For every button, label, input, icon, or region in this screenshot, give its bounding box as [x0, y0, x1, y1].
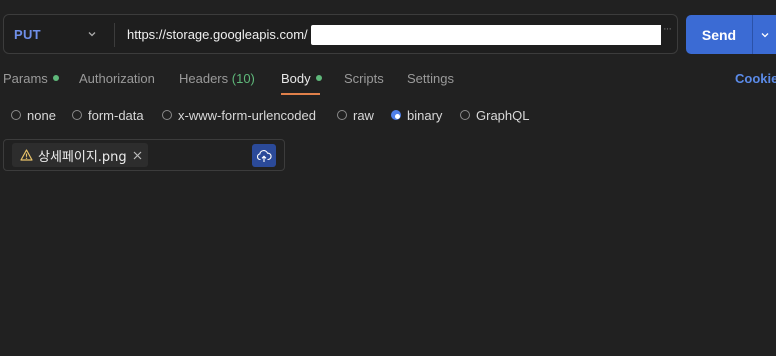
- radio-label: none: [27, 107, 56, 123]
- tab-body[interactable]: Body: [281, 71, 322, 86]
- tab-label: Scripts: [344, 71, 384, 86]
- redacted-url-part: [311, 25, 661, 45]
- radio-label: GraphQL: [476, 107, 530, 123]
- tab-headers[interactable]: Headers (10): [179, 71, 255, 86]
- tab-label: Authorization: [79, 71, 155, 86]
- more-icon[interactable]: ···: [663, 23, 672, 35]
- tab-settings[interactable]: Settings: [407, 71, 454, 86]
- file-name: 상세페이지.png: [38, 149, 127, 165]
- tab-params[interactable]: Params: [3, 71, 59, 86]
- radio-circle: [460, 110, 470, 120]
- active-tab-underline: [281, 93, 320, 95]
- tab-scripts[interactable]: Scripts: [344, 71, 384, 86]
- upload-cloud-button[interactable]: [252, 144, 276, 167]
- radio-circle: [162, 110, 172, 120]
- radio-label: raw: [353, 107, 374, 123]
- url-input[interactable]: https://storage.googleapis.com/: [127, 15, 308, 53]
- headers-count: (10): [231, 71, 255, 86]
- radio-circle: [337, 110, 347, 120]
- radio-raw[interactable]: raw: [337, 106, 374, 124]
- radio-circle: [11, 110, 21, 120]
- tab-label: Headers: [179, 71, 229, 86]
- params-indicator-dot: [52, 75, 59, 81]
- send-divider: [752, 15, 753, 54]
- url-text: https://storage.googleapis.com/: [127, 26, 308, 42]
- radio-x-www-form-urlencoded[interactable]: x-www-form-urlencoded: [162, 106, 316, 124]
- cloud-upload-icon: [256, 149, 272, 162]
- remove-file-icon[interactable]: [130, 148, 144, 162]
- radio-circle-checked: [391, 110, 401, 120]
- send-button[interactable]: Send: [686, 15, 776, 54]
- request-bar: PUT https://storage.googleapis.com/ ···: [3, 14, 678, 54]
- radio-circle: [72, 110, 82, 120]
- file-chip[interactable]: 상세페이지.png: [12, 143, 148, 167]
- binary-file-selector[interactable]: 상세페이지.png: [3, 139, 285, 171]
- method-select[interactable]: PUT: [4, 15, 112, 53]
- chevron-down-icon: [88, 32, 96, 37]
- body-indicator-dot: [315, 75, 322, 81]
- radio-graphql[interactable]: GraphQL: [460, 106, 529, 124]
- tab-label: Params: [3, 71, 48, 86]
- method-label: PUT: [14, 26, 41, 42]
- chevron-down-icon[interactable]: [760, 30, 770, 40]
- send-label: Send: [701, 26, 737, 43]
- radio-form-data[interactable]: form-data: [72, 106, 144, 124]
- tab-authorization[interactable]: Authorization: [79, 71, 155, 86]
- tab-label: Settings: [407, 71, 454, 86]
- cookies-link[interactable]: Cookie: [735, 71, 776, 86]
- tab-label: Body: [281, 71, 311, 86]
- radio-binary[interactable]: binary: [391, 106, 442, 124]
- radio-none[interactable]: none: [11, 106, 56, 124]
- radio-label: x-www-form-urlencoded: [178, 107, 316, 123]
- warning-icon: [20, 149, 33, 161]
- method-divider: [114, 23, 115, 47]
- radio-label: form-data: [88, 107, 144, 123]
- radio-label: binary: [407, 107, 443, 123]
